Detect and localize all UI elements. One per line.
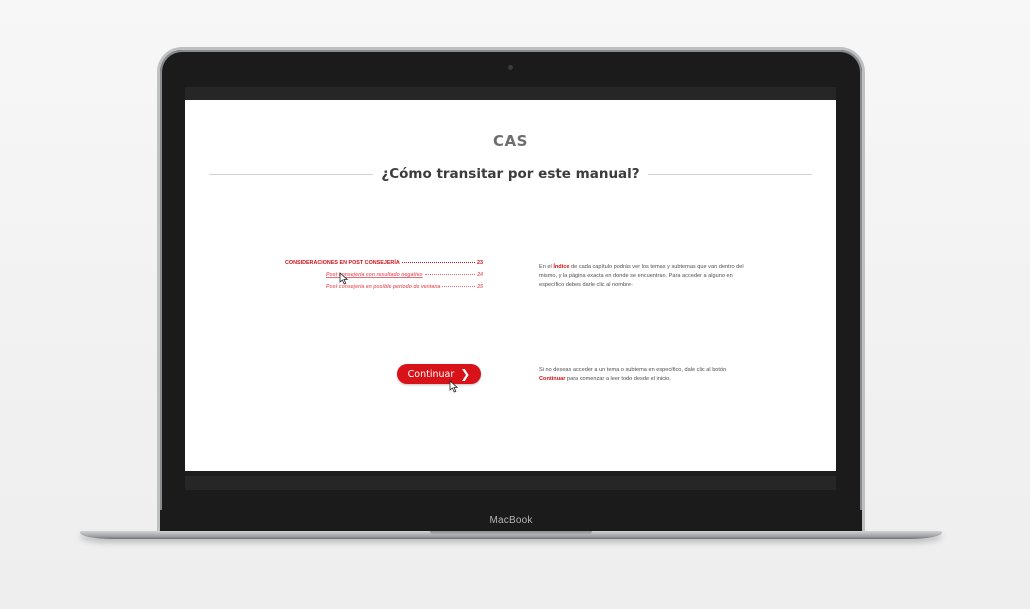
laptop-lid: CAS ¿Cómo transitar por este manual? CON… [160,50,862,532]
index-highlight: Índice [553,264,570,270]
browser-bottom-bar [185,476,836,490]
laptop-screen: CAS ¿Cómo transitar por este manual? CON… [185,87,836,490]
chevron-right-icon: ❯ [460,367,471,381]
toc-subentry-page: 24 [477,272,483,278]
index-instructions-prefix: En el [539,264,554,270]
camera-icon [508,65,513,70]
manual-page: CAS ¿Cómo transitar por este manual? CON… [185,100,836,471]
continue-instructions-prefix: Si no deseas acceder a un tema o subtema… [539,367,727,373]
mouse-pointer-icon [339,272,349,285]
toc-main-label: CONSIDERACIONES EN POST CONSEJERÍA [285,260,400,266]
toc-subentry[interactable]: Post consejería en posible periodo de ve… [285,284,483,296]
toc-leader-dots [442,286,476,287]
toc-subentry-page: 25 [477,284,483,290]
mouse-pointer-icon [449,380,459,393]
table-of-contents-sample: CONSIDERACIONES EN POST CONSEJERÍA 23 Po… [285,260,483,296]
continue-highlight: Continuar [539,376,566,383]
laptop-hinge-notch [430,531,592,535]
laptop-mockup-scene: CAS ¿Cómo transitar por este manual? CON… [0,0,1030,609]
toc-subentry[interactable]: Post consejería con resultado negativo 2… [285,272,483,284]
divider-left [209,173,374,175]
continue-button[interactable]: Continuar ❯ [397,364,481,384]
device-brand-label: MacBook [160,510,862,532]
page-title: ¿Cómo transitar por este manual? [381,166,640,182]
index-instructions: En el Índice de cada capítulo podrás ver… [539,263,749,291]
toc-leader-dots [401,262,475,263]
continue-instructions-suffix: para comenzar a leer todo desde el inici… [565,376,671,383]
brand-logo: CAS [493,132,528,150]
toc-main-entry[interactable]: CONSIDERACIONES EN POST CONSEJERÍA 23 [285,260,483,272]
toc-main-page: 23 [477,260,483,266]
continue-button-label: Continuar [407,368,455,380]
index-instructions-suffix: de cada capítulo podrás ver los temas y … [539,264,744,289]
continue-instructions: Si no deseas acceder a un tema o subtema… [539,366,749,384]
browser-top-bar [185,87,836,100]
page-title-row: ¿Cómo transitar por este manual? [209,164,813,184]
divider-right [647,173,813,175]
toc-leader-dots [424,274,476,275]
